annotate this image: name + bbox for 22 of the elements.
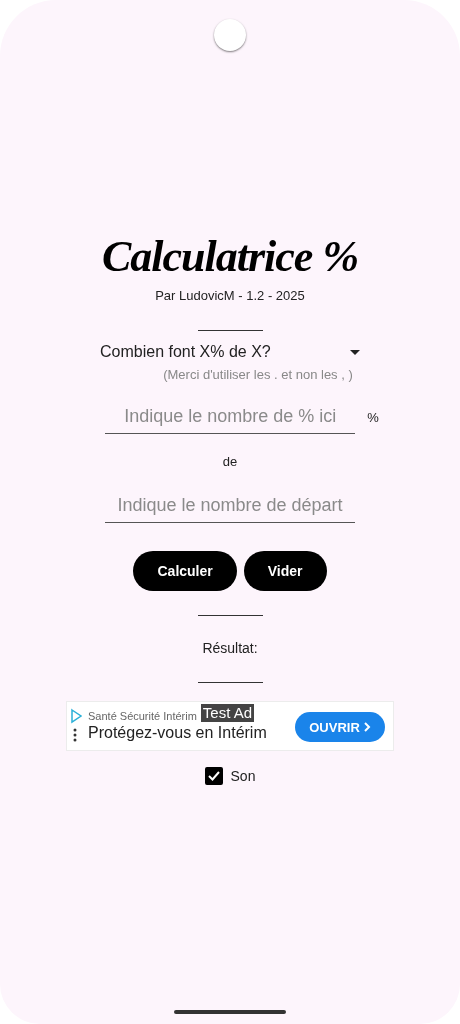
check-icon (207, 771, 220, 781)
open-button[interactable]: OUVRIR (295, 712, 385, 742)
clear-button[interactable]: Vider (243, 551, 327, 591)
ad-choices-icon (70, 708, 82, 744)
percent-unit: % (367, 409, 379, 425)
sound-label: Son (230, 768, 256, 784)
decimal-hint: (Merci d'utiliser les . et non les , ) (163, 367, 353, 382)
sound-checkbox[interactable] (204, 767, 223, 785)
app-title: Calculatrice % (101, 231, 359, 282)
result-label: Résultat: (202, 640, 258, 656)
ad-headline: Protégez-vous en Intérim (88, 724, 267, 742)
mode-dropdown[interactable]: Combien font X% de X? (100, 343, 360, 361)
chevron-right-icon (363, 722, 371, 732)
start-input-field[interactable]: Indique le nombre de départ (105, 489, 355, 523)
camera-cutout (214, 19, 246, 51)
connector-label: de (222, 454, 238, 469)
dropdown-caret-icon (350, 349, 360, 355)
ad-advertiser: Santé Sécurité Intérim (88, 710, 197, 722)
percent-input-field[interactable]: Indique le nombre de % ici (105, 400, 356, 434)
calculate-button[interactable]: Calculer (133, 551, 237, 591)
app-subtitle: Par LudovicM - 1.2 - 2025 (155, 288, 305, 303)
test-ad-badge: Test Ad (200, 704, 255, 722)
